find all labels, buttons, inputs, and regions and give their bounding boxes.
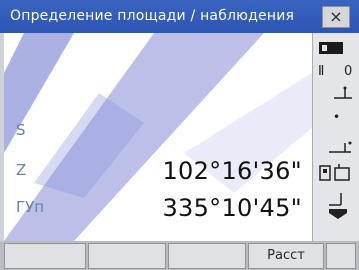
value-horizontal-angle: 335°10'45" (162, 194, 302, 222)
signal-icon (329, 193, 347, 219)
softkey-f4-label: Расст (267, 248, 305, 263)
close-icon: × (329, 7, 343, 26)
battery-icon (319, 42, 343, 54)
horizontal-icon (329, 141, 352, 153)
target-icon: Ⅱ (318, 64, 325, 79)
title-bar: Определение площади / наблюдения × (0, 0, 359, 33)
instrument-screen: Определение площади / наблюдения × S Z 1… (0, 0, 359, 270)
label-slope-distance: S (16, 121, 26, 139)
softkey-f4-distance[interactable]: Расст (248, 243, 324, 269)
softkey-bar: Расст (0, 241, 359, 270)
measurement-panel: S Z 102°16'36" ГУп 335°10'45" (4, 33, 312, 241)
label-zenith: Z (16, 161, 27, 179)
label-horizontal-angle: ГУп (16, 198, 45, 216)
softkey-f3[interactable] (168, 243, 246, 269)
window-title: Определение площади / наблюдения (10, 8, 295, 24)
value-zenith: 102°16'36" (162, 157, 302, 185)
softkey-f2[interactable] (88, 243, 166, 269)
softkey-f1[interactable] (4, 243, 86, 269)
prism-constant: 0 (344, 64, 353, 79)
close-button[interactable]: × (322, 6, 350, 28)
dot-icon: • (333, 110, 341, 124)
memory-icon (319, 164, 350, 181)
status-sidebar: Ⅱ 0 • (312, 33, 359, 241)
softkey-extra[interactable] (326, 243, 356, 269)
tilt-icon (334, 86, 352, 99)
